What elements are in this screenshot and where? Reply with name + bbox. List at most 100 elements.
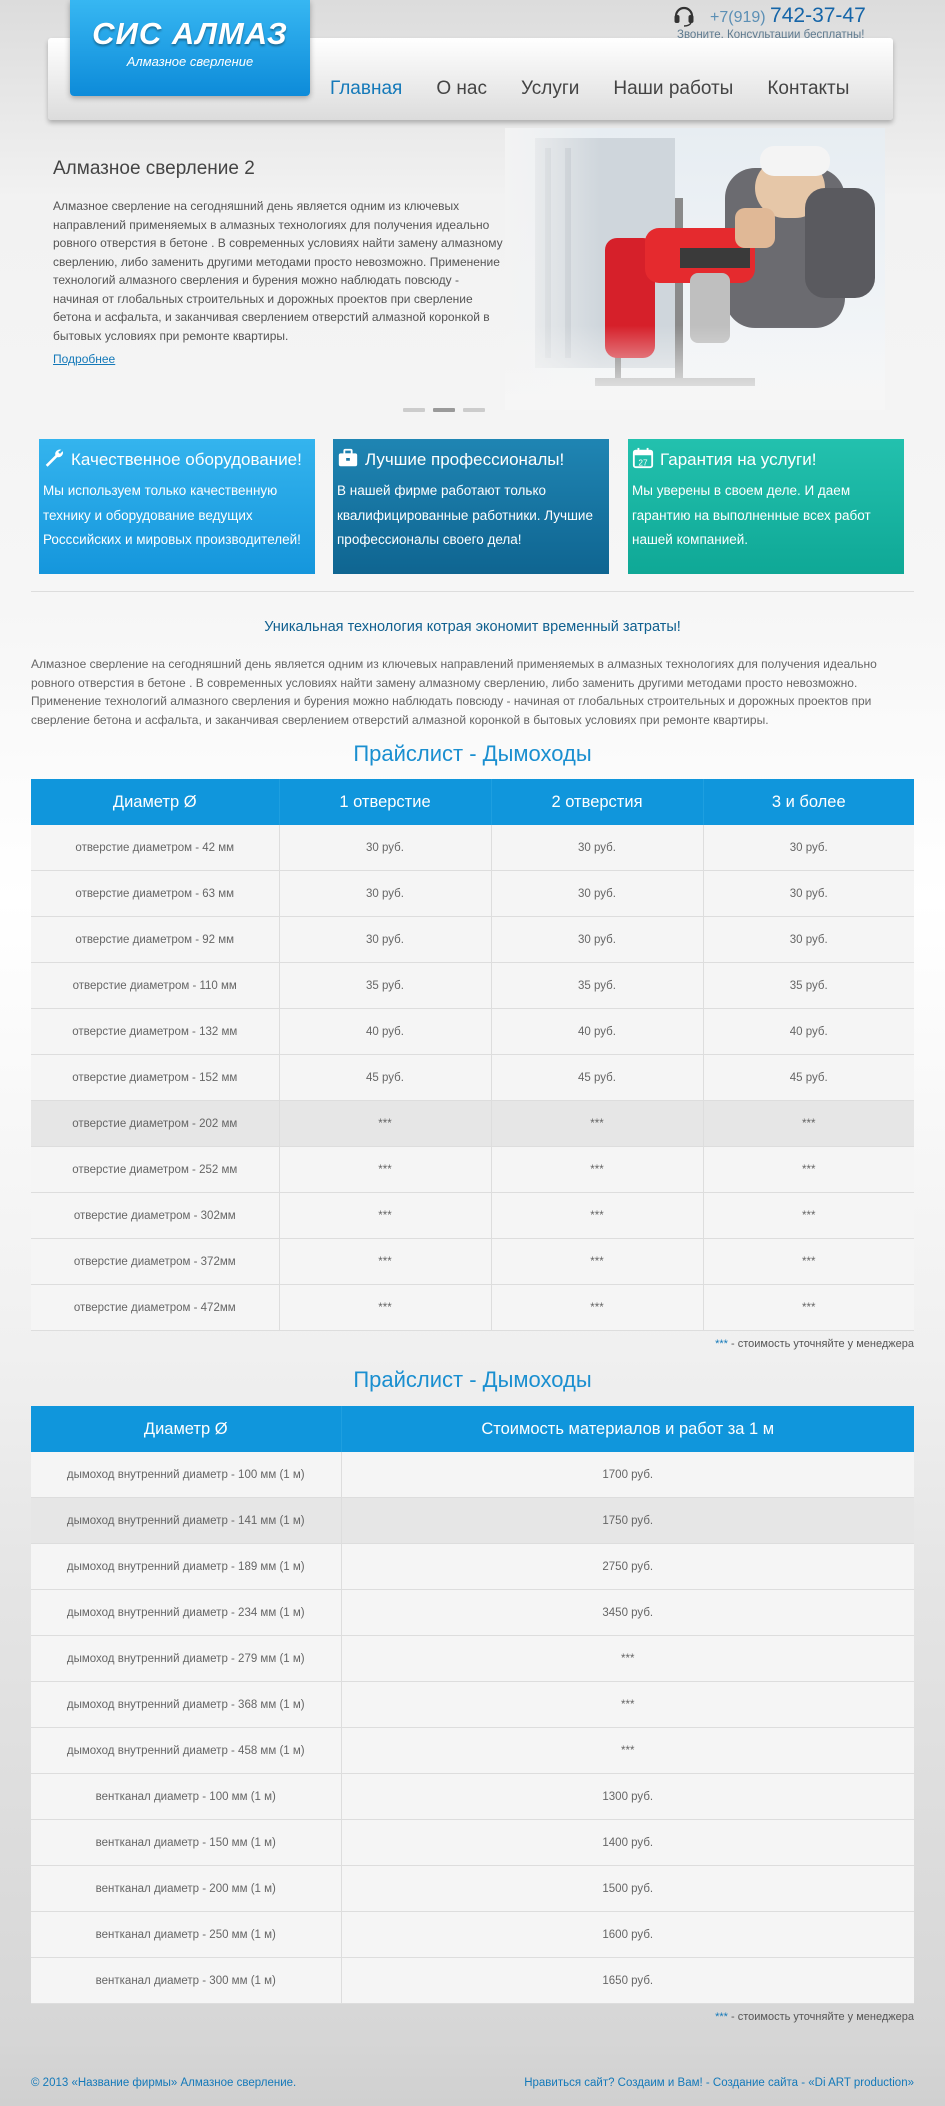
table-row: отверстие диаметром - 152 мм 45 руб. 45 ру… bbox=[31, 1054, 914, 1101]
price-cell: *** bbox=[703, 1146, 914, 1193]
row-label: отверстие диаметром - 472мм bbox=[31, 1284, 280, 1331]
column-header: Диаметр Ø bbox=[31, 779, 280, 825]
table-row: отверстие диаметром - 372мм *** *** *** bbox=[31, 1238, 914, 1285]
column-header: 1 отверстие bbox=[279, 779, 492, 825]
feature-title: Качественное оборудование! bbox=[71, 450, 302, 469]
feature-service-guarantee: 27 Гарантия на услуги! Мы уверены в свое… bbox=[628, 439, 904, 574]
price-cell: 2750 руб. bbox=[341, 1543, 914, 1590]
feature-text: Мы используем только качественную техник… bbox=[43, 483, 301, 547]
table-row: отверстие диаметром - 202 мм *** *** *** bbox=[31, 1100, 914, 1147]
table-row: отверстие диаметром - 92 мм 30 руб. 30 руб… bbox=[31, 916, 914, 963]
section-divider bbox=[31, 591, 914, 592]
price-cell: 1300 руб. bbox=[341, 1773, 914, 1820]
price-table-1-title: Прайслист - Дымоходы bbox=[353, 741, 592, 766]
row-label: отверстие диаметром - 252 мм bbox=[31, 1146, 280, 1193]
feature-text: Мы уверены в своем деле. И даем гарантию… bbox=[632, 483, 871, 547]
price-cell: *** bbox=[279, 1192, 492, 1239]
site-logo[interactable]: СИС АЛМАЗ Алмазное сверление bbox=[70, 0, 310, 96]
briefcase-icon bbox=[338, 448, 358, 467]
table-row: отверстие диаметром - 302мм *** *** *** bbox=[31, 1192, 914, 1239]
logo-subtitle: Алмазное сверление bbox=[126, 54, 254, 69]
price-cell: 45 руб. bbox=[279, 1054, 492, 1101]
price-cell: 30 руб. bbox=[703, 870, 914, 917]
column-header: 3 и более bbox=[703, 779, 914, 825]
row-label: вентканал диаметр - 200 мм (1 м) bbox=[31, 1865, 342, 1912]
price-cell: *** bbox=[703, 1192, 914, 1239]
nav-item-about[interactable]: О нас bbox=[436, 78, 487, 100]
price-cell: 30 руб. bbox=[703, 825, 914, 871]
row-label: отверстие диаметром - 302мм bbox=[31, 1192, 280, 1239]
price-cell: *** bbox=[341, 1727, 914, 1774]
price-cell: 40 руб. bbox=[703, 1008, 914, 1055]
price-cell: 1750 руб. bbox=[341, 1497, 914, 1544]
table-row: дымоход внутренний диаметр - 458 мм (1 м… bbox=[31, 1727, 914, 1774]
hero-title: Алмазное сверление 2 bbox=[53, 158, 255, 179]
price-note-1: *** - стоимость уточняйте у менеджера bbox=[715, 1338, 914, 1350]
table-row: дымоход внутренний диаметр - 189 мм (1 м… bbox=[31, 1543, 914, 1590]
price-cell: *** bbox=[341, 1635, 914, 1682]
row-label: вентканал диаметр - 250 мм (1 м) bbox=[31, 1911, 342, 1958]
nav-item-services[interactable]: Услуги bbox=[521, 78, 579, 100]
row-label: дымоход внутренний диаметр - 141 мм (1 м… bbox=[31, 1497, 342, 1544]
footer-copyright: © 2013 «Название фирмы» Алмазное сверлен… bbox=[31, 2077, 297, 2089]
price-cell: 30 руб. bbox=[279, 916, 492, 963]
row-label: отверстие диаметром - 42 мм bbox=[31, 825, 280, 871]
row-label: дымоход внутренний диаметр - 279 мм (1 м… bbox=[31, 1635, 342, 1682]
table-row: отверстие диаметром - 132 мм 40 руб. 40 ру… bbox=[31, 1008, 914, 1055]
price-cell: 1600 руб. bbox=[341, 1911, 914, 1958]
table-row: дымоход внутренний диаметр - 234 мм (1 м… bbox=[31, 1589, 914, 1636]
row-label: дымоход внутренний диаметр - 234 мм (1 м… bbox=[31, 1589, 342, 1636]
price-table-holes: Диаметр Ø 1 отверстие 2 отверстия 3 и бо… bbox=[31, 779, 914, 1331]
price-cell: 3450 руб. bbox=[341, 1589, 914, 1636]
hero-image-driller bbox=[505, 128, 885, 410]
price-cell: *** bbox=[279, 1100, 492, 1147]
price-cell: 35 руб. bbox=[491, 962, 704, 1009]
column-header: Диаметр Ø bbox=[31, 1406, 342, 1452]
nav-item-works[interactable]: Наши работы bbox=[613, 78, 733, 100]
price-cell: 1700 руб. bbox=[341, 1452, 914, 1498]
calendar-day: 27 bbox=[638, 458, 648, 467]
row-label: отверстие диаметром - 92 мм bbox=[31, 916, 280, 963]
feature-text: В нашей фирме работают только квалифицир… bbox=[337, 483, 593, 547]
price-table-chimneys: Диаметр Ø Стоимость материалов и работ з… bbox=[31, 1406, 914, 2004]
hero-text: Алмазное сверление на сегодняшний день я… bbox=[53, 199, 503, 343]
slider-dot-2[interactable] bbox=[433, 408, 455, 412]
slider-dot-1[interactable] bbox=[403, 408, 425, 412]
row-label: вентканал диаметр - 300 мм (1 м) bbox=[31, 1957, 342, 2004]
table-row: вентканал диаметр - 200 мм (1 м) 1500 руб… bbox=[31, 1865, 914, 1912]
row-label: отверстие диаметром - 110 мм bbox=[31, 962, 280, 1009]
price-cell: *** bbox=[341, 1681, 914, 1728]
feature-quality-equipment: Качественное оборудование! Мы используем… bbox=[39, 439, 315, 574]
column-header: Стоимость материалов и работ за 1 м bbox=[341, 1406, 914, 1452]
row-label: дымоход внутренний диаметр - 368 мм (1 м… bbox=[31, 1681, 342, 1728]
hero-more-link[interactable]: Подробнее bbox=[53, 352, 115, 366]
price-cell: *** bbox=[491, 1100, 704, 1147]
price-cell: 1400 руб. bbox=[341, 1819, 914, 1866]
note-stars: *** bbox=[715, 2011, 728, 2023]
price-cell: 30 руб. bbox=[491, 825, 704, 871]
price-cell: *** bbox=[491, 1146, 704, 1193]
price-cell: 1650 руб. bbox=[341, 1957, 914, 2004]
table-row: отверстие диаметром - 63 мм 30 руб. 30 руб… bbox=[31, 870, 914, 917]
price-table-2-title: Прайслист - Дымоходы bbox=[353, 1367, 592, 1392]
slider-dot-3[interactable] bbox=[463, 408, 485, 412]
nav-item-home[interactable]: Главная bbox=[330, 78, 402, 100]
price-cell: *** bbox=[279, 1284, 492, 1331]
price-cell: 1500 руб. bbox=[341, 1865, 914, 1912]
price-cell: *** bbox=[279, 1146, 492, 1193]
price-cell: 40 руб. bbox=[491, 1008, 704, 1055]
price-cell: 30 руб. bbox=[279, 825, 492, 871]
price-cell: *** bbox=[491, 1192, 704, 1239]
wrench-icon bbox=[45, 449, 63, 467]
row-label: отверстие диаметром - 132 мм bbox=[31, 1008, 280, 1055]
price-note-2: *** - стоимость уточняйте у менеджера bbox=[715, 2011, 914, 2023]
price-cell: 35 руб. bbox=[279, 962, 492, 1009]
price-cell: 30 руб. bbox=[491, 870, 704, 917]
price-cell: *** bbox=[703, 1238, 914, 1285]
footer-credit-link[interactable]: Нравиться сайт? Создаим и Вам! - Создани… bbox=[524, 2077, 914, 2089]
phone-prefix: +7(919) bbox=[710, 9, 766, 26]
nav-item-contacts[interactable]: Контакты bbox=[767, 78, 849, 100]
table-row: отверстие диаметром - 42 мм 30 руб. 30 руб… bbox=[31, 825, 914, 871]
price-cell: 35 руб. bbox=[703, 962, 914, 1009]
note-text: - стоимость уточняйте у менеджера bbox=[727, 1338, 914, 1350]
